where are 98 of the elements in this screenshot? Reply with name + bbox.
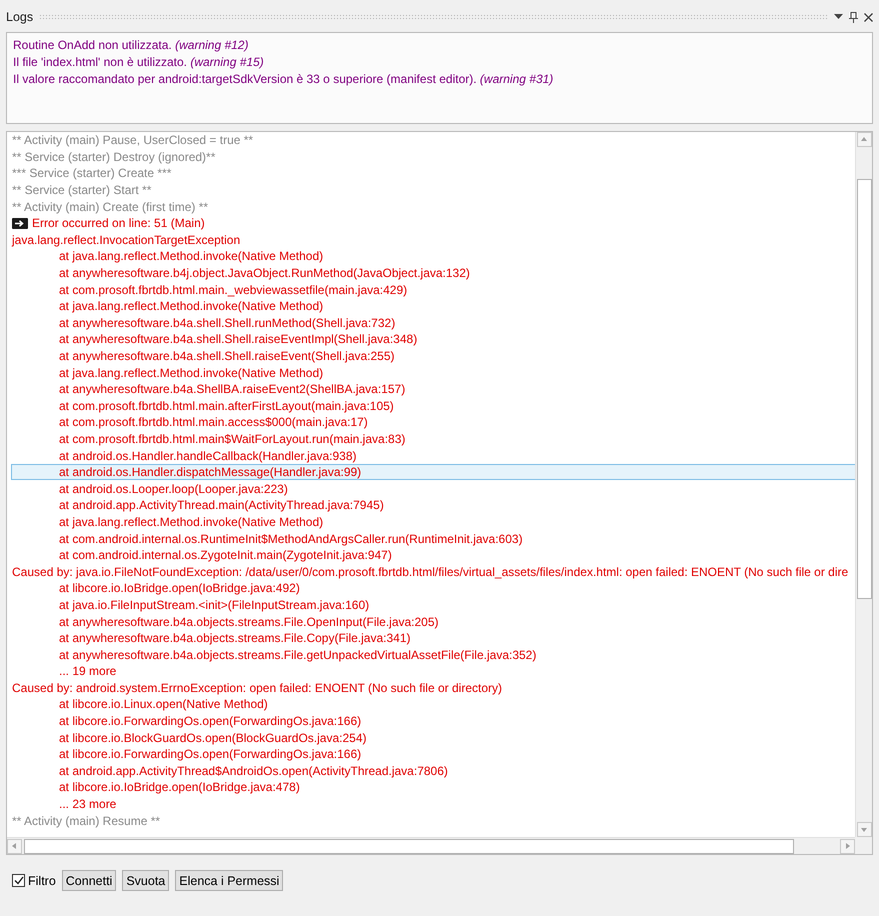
toolbar-button[interactable]: Svuota [122, 870, 170, 891]
log-text: at android.app.ActivityThread.main(ActivityThread.java:7945) [58, 498, 384, 512]
log-text: Caused by: java.io.FileNotFoundException: /data/user/0/com.prosoft.fbrtdb.html/files/virtual_assets/files/index.html: open failed: ENOENT (No such file or dire [12, 564, 848, 579]
log-text: ** Service (starter) Start ** [12, 183, 152, 198]
log-text: at com.prosoft.fbrtdb.html.main$WaitForLayout.run(main.java:83) [58, 432, 406, 446]
log-line[interactable]: at java.lang.reflect.Method.invoke(Native Method) [11, 364, 855, 381]
log-text: at anywheresoftware.b4a.objects.streams.File.Copy(File.java:341) [58, 631, 410, 646]
log-line[interactable]: *** Service (starter) Create *** [11, 165, 855, 182]
log-text: *** Service (starter) Create *** [12, 166, 172, 180]
log-line[interactable]: at com.prosoft.fbrtdb.html.main$WaitForLayout.run(main.java:83) [11, 430, 855, 448]
log-line[interactable]: ** Activity (main) Create (first time) ** [11, 198, 855, 215]
log-text: at java.io.FileInputStream.<init>(FileInputStream.java:160) [58, 598, 370, 612]
log-line[interactable]: at anywheresoftware.b4a.objects.streams.File.Copy(File.java:341) [11, 630, 855, 646]
log-text: at com.prosoft.fbrtdb.html.main._webviewassetfile(main.java:429) [58, 282, 408, 297]
log-text: at libcore.io.BlockGuardOs.open(BlockGuardOs.java:254) [58, 730, 366, 745]
log-text: Caused by: android.system.ErrnoException: open failed: ENOENT (No such file or directory) [12, 680, 502, 695]
log-text: at anywheresoftware.b4a.shell.Shell.raiseEventImpl(Shell.java:348) [58, 332, 418, 346]
log-text: at libcore.io.IoBridge.open(IoBridge.java:492) [58, 581, 300, 596]
log-text: at libcore.io.IoBridge.open(IoBridge.java:478) [58, 780, 300, 794]
log-line[interactable]: at anywheresoftware.b4a.objects.streams.File.getUnpackedVirtualAssetFile(File.java:352) [11, 646, 855, 663]
log-text: at java.lang.reflect.Method.invoke(Native Method) [58, 299, 324, 314]
log-text: at java.lang.reflect.Method.invoke(Native Method) [58, 366, 324, 380]
log-text: at anywheresoftware.b4a.shell.Shell.raiseEvent(Shell.java:255) [58, 349, 395, 364]
log-text: ** Activity (main) Pause, UserClosed = true ** [12, 133, 254, 148]
log-text: at java.lang.reflect.Method.invoke(Native Method) [58, 514, 324, 529]
log-text: at libcore.io.Linux.open(Native Method) [58, 697, 268, 712]
log-line[interactable]: at anywheresoftware.b4a.shell.Shell.raiseEvent(Shell.java:255) [11, 348, 855, 364]
log-text: at com.prosoft.fbrtdb.html.main.access$000(main.java:17) [58, 415, 368, 430]
log-text: ... 19 more [58, 664, 116, 678]
log-text: ... 23 more [58, 797, 116, 812]
log-line[interactable]: at com.prosoft.fbrtdb.html.main._webviewassetfile(main.java:429) [11, 281, 855, 298]
log-line[interactable]: Caused by: android.system.ErrnoException: open failed: ENOENT (No such file or directory) [11, 680, 855, 696]
log-text: java.lang.reflect.InvocationTargetException [12, 232, 240, 247]
log-line[interactable]: Caused by: java.io.FileNotFoundException: /data/user/0/com.prosoft.fbrtdb.html/files/virtual_assets/files/index.html: open failed: ENOENT (No such file or dire [11, 563, 855, 580]
log-line[interactable]: ** Activity (main) Pause, UserClosed = true ** [11, 132, 855, 149]
log-line[interactable]: at com.prosoft.fbrtdb.html.main.afterFirstLayout(main.java:105) [11, 398, 855, 414]
log-line[interactable]: Error occurred on line: 51 (Main) [11, 214, 855, 232]
log-text: at android.os.Looper.loop(Looper.java:223) [58, 482, 288, 496]
warning-message: Routine OnAdd non utilizzata. (warning #12) [13, 37, 250, 54]
log-text: at android.os.Handler.dispatchMessage(Handler.java:99) [58, 465, 362, 480]
log-text: at com.android.internal.os.RuntimeInit$MethodAndArgsCaller.run(RuntimeInit.java:603) [58, 532, 523, 546]
log-text: at anywheresoftware.b4a.ShellBA.raiseEvent2(ShellBA.java:157) [58, 382, 406, 396]
pin-icon[interactable] [849, 12, 858, 22]
vertical-scrollbar[interactable] [855, 132, 872, 837]
log-line[interactable]: ** Service (starter) Start ** [11, 182, 855, 198]
log-line[interactable]: at anywheresoftware.b4a.shell.Shell.runMethod(Shell.java:732) [11, 314, 855, 332]
log-line[interactable]: at libcore.io.Linux.open(Native Method) [11, 696, 855, 713]
log-line[interactable]: at libcore.io.IoBridge.open(IoBridge.java:492) [11, 580, 855, 597]
log-line[interactable]: at libcore.io.IoBridge.open(IoBridge.java:478) [11, 779, 855, 796]
scrollbar-corner [855, 837, 872, 854]
toolbar-button[interactable]: Connetti [62, 870, 116, 891]
log-line[interactable]: at libcore.io.ForwardingOs.open(ForwardingOs.java:166) [11, 712, 855, 730]
log-line[interactable]: at android.os.Handler.handleCallback(Handler.java:938) [11, 447, 855, 464]
log-line[interactable]: at libcore.io.BlockGuardOs.open(BlockGuardOs.java:254) [11, 729, 855, 746]
log-text: at libcore.io.ForwardingOs.open(ForwardingOs.java:166) [58, 747, 362, 762]
toolbar-button[interactable]: Elenca i Permessi [175, 870, 284, 891]
log-line[interactable]: at java.lang.reflect.Method.invoke(Native Method) [11, 298, 855, 315]
log-line[interactable]: at java.lang.reflect.Method.invoke(Native Method) [11, 514, 855, 530]
log-text: at android.os.Handler.handleCallback(Handler.java:938) [58, 448, 357, 463]
log-text: at anywheresoftware.b4j.object.JavaObject.RunMethod(JavaObject.java:132) [58, 266, 470, 280]
log-line[interactable]: at com.android.internal.os.ZygoteInit.main(ZygoteInit.java:947) [11, 546, 855, 564]
log-text: at android.app.ActivityThread$AndroidOs.open(ActivityThread.java:7806) [58, 764, 448, 778]
log-line[interactable]: ... 19 more [11, 663, 855, 680]
log-line[interactable]: at android.app.ActivityThread.main(ActivityThread.java:7945) [11, 497, 855, 514]
log-line[interactable]: at anywheresoftware.b4a.objects.streams.File.OpenInput(File.java:205) [11, 613, 855, 630]
log-text: at anywheresoftware.b4a.shell.Shell.runMethod(Shell.java:732) [58, 316, 396, 330]
log-line[interactable]: ... 23 more [11, 796, 855, 812]
warning-message: Il file 'index.html' non è utilizzato. (warning #15) [13, 54, 265, 71]
filter-checkbox[interactable]: Filtro [12, 874, 56, 888]
log-text: at java.lang.reflect.Method.invoke(Native Method) [58, 249, 324, 264]
panel-title: Logs [6, 10, 34, 24]
log-line[interactable]: at com.android.internal.os.RuntimeInit$MethodAndArgsCaller.run(RuntimeInit.java:603) [11, 530, 855, 547]
checkmark-icon [14, 876, 24, 885]
dropdown-icon[interactable] [834, 14, 843, 20]
warning-message: Il valore raccomandato per android:targetSdkVersion è 33 o superiore (manifest editor). (warning #31) [13, 71, 554, 88]
log-text: ** Activity (main) Create (first time) ** [12, 200, 208, 214]
log-line[interactable]: at anywheresoftware.b4a.shell.Shell.raiseEventImpl(Shell.java:348) [11, 331, 855, 348]
log-text: at libcore.io.ForwardingOs.open(ForwardingOs.java:166) [58, 714, 362, 728]
log-text: at anywheresoftware.b4a.objects.streams.File.getUnpackedVirtualAssetFile(File.java:352) [58, 648, 536, 662]
log-line[interactable]: ** Service (starter) Destroy (ignored)** [11, 148, 855, 166]
log-line[interactable]: ** Activity (main) Resume ** [11, 812, 855, 829]
log-text: ** Service (starter) Destroy (ignored)** [12, 150, 216, 164]
log-line[interactable]: java.lang.reflect.InvocationTargetException [11, 232, 855, 248]
close-icon[interactable] [864, 12, 873, 22]
log-line[interactable]: at anywheresoftware.b4a.ShellBA.raiseEvent2(ShellBA.java:157) [11, 380, 855, 398]
log-line[interactable]: at anywheresoftware.b4j.object.JavaObject.RunMethod(JavaObject.java:132) [11, 264, 855, 282]
log-line[interactable]: at android.os.Looper.loop(Looper.java:223) [11, 480, 855, 498]
log-line[interactable]: at java.io.FileInputStream.<init>(FileInputStream.java:160) [11, 596, 855, 614]
log-text: at com.prosoft.fbrtdb.html.main.afterFirstLayout(main.java:105) [58, 398, 394, 413]
log-line[interactable]: at com.prosoft.fbrtdb.html.main.access$000(main.java:17) [11, 414, 855, 431]
horizontal-scrollbar[interactable] [7, 837, 855, 854]
log-line[interactable]: at android.app.ActivityThread$AndroidOs.open(ActivityThread.java:7806) [11, 762, 855, 780]
log-text: at anywheresoftware.b4a.objects.streams.File.OpenInput(File.java:205) [58, 614, 439, 629]
log-line[interactable]: at java.lang.reflect.Method.invoke(Native Method) [11, 248, 855, 265]
log-line[interactable]: at libcore.io.ForwardingOs.open(ForwardingOs.java:166) [11, 746, 855, 763]
log-text: Error occurred on line: 51 (Main) [32, 216, 205, 230]
log-text: at com.android.internal.os.ZygoteInit.main(ZygoteInit.java:947) [58, 548, 392, 562]
log-text: ** Activity (main) Resume ** [12, 814, 160, 828]
